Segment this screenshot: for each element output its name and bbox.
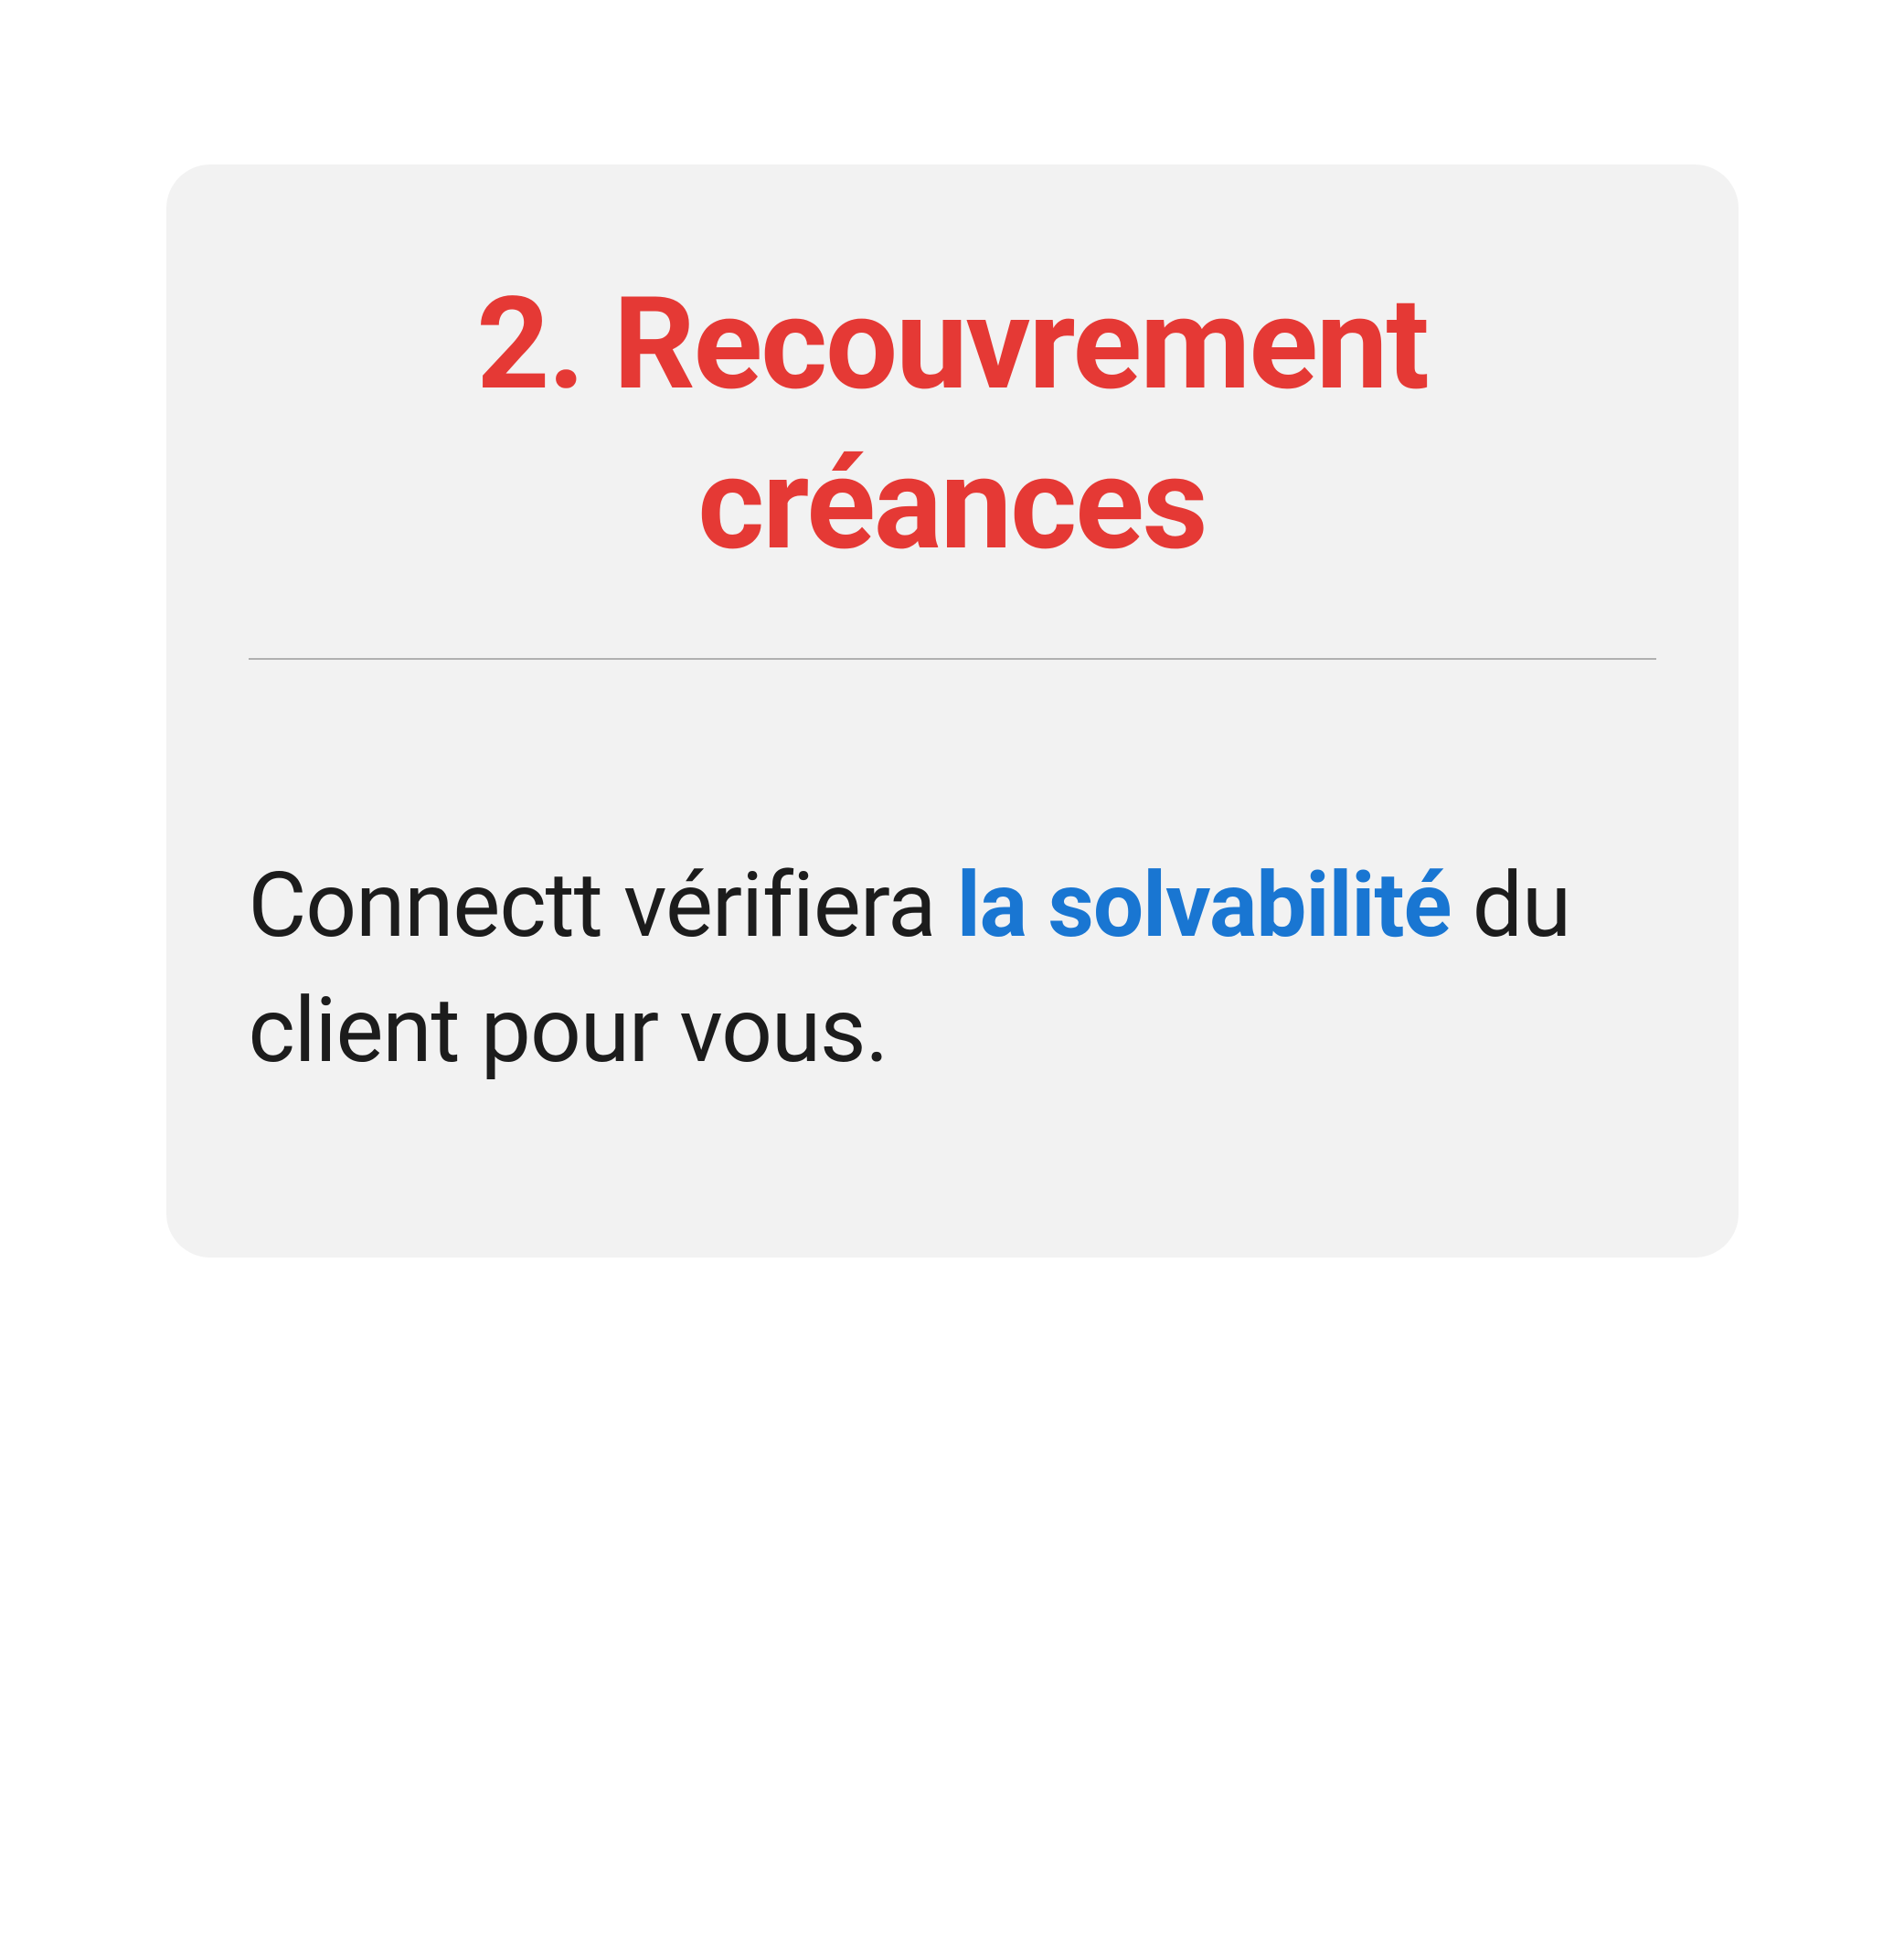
card-body-text: Connectt vérifiera la solvabilité du cli… <box>249 843 1656 1093</box>
body-text-before: Connectt vérifiera <box>249 853 957 958</box>
info-card: 2. Recouvrement créances Connectt vérifi… <box>166 164 1739 1258</box>
divider <box>249 658 1656 660</box>
body-text-highlight: la solvabilité <box>957 853 1452 958</box>
card-title: 2. Recouvrement créances <box>249 265 1656 585</box>
